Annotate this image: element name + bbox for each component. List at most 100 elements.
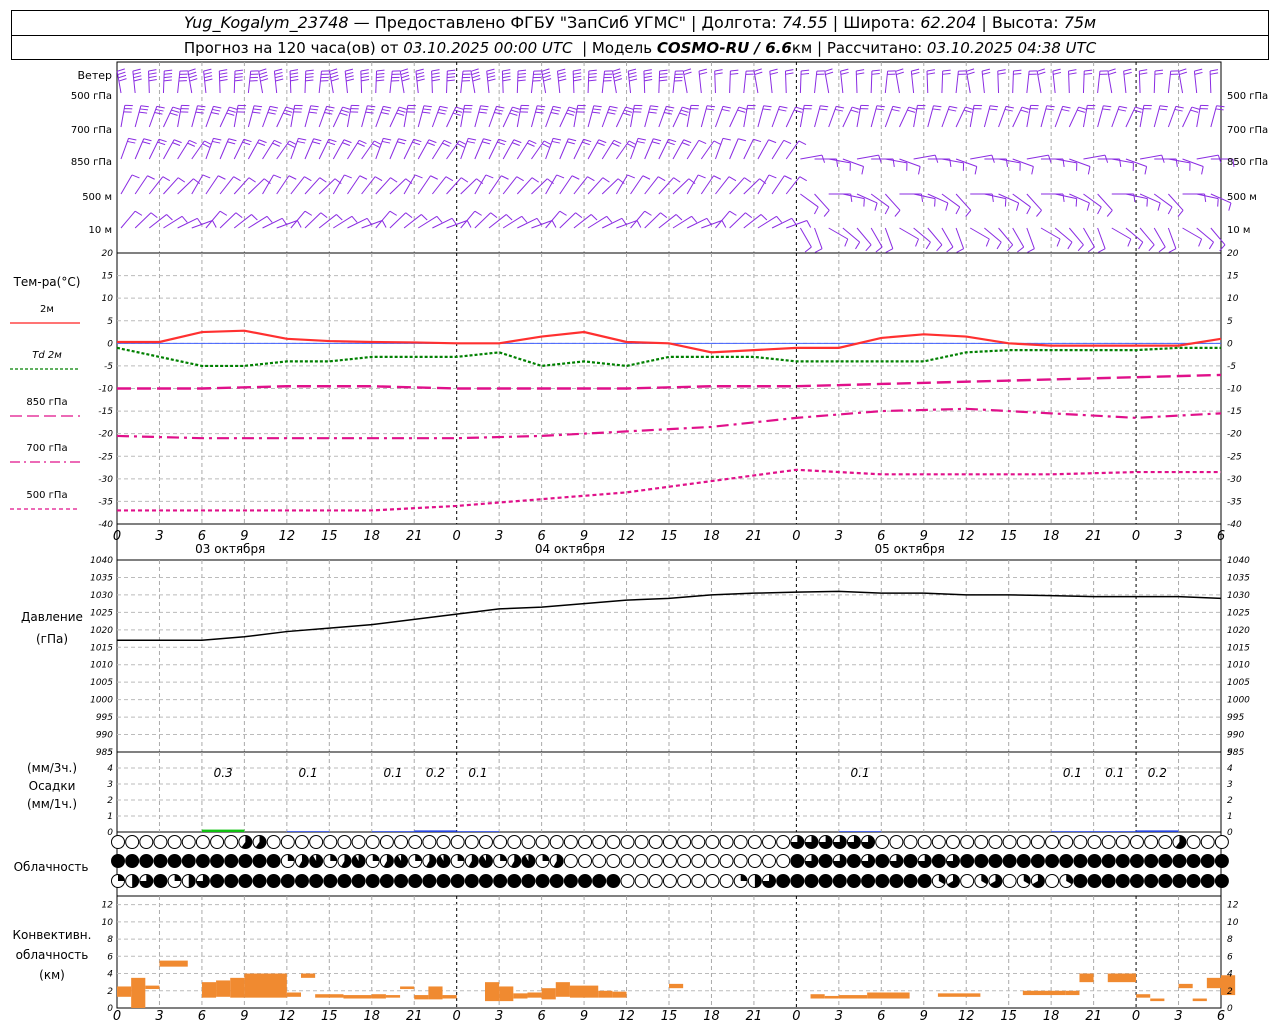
cloud-mid-icon-fill: [394, 854, 408, 868]
wind-barb-700hpa: [375, 106, 384, 128]
wind-barb-500hpa-flag: [447, 72, 456, 75]
wind-barb-500hpa-flag: [203, 68, 212, 72]
cloud-high-icon: [294, 835, 309, 849]
wind-barb-700hpa-flag: [1045, 108, 1054, 111]
cloud-mid-icon-fill: [847, 854, 861, 868]
hour-label: 18: [363, 529, 380, 544]
temp-tick-right: -25: [1227, 452, 1242, 462]
temp-tick-left: -35: [98, 497, 113, 507]
wind-barb-850hpa-flag: [653, 138, 662, 142]
cloud-mid-icon-fill: [253, 854, 267, 868]
precip-label: 0.1: [383, 766, 402, 780]
wind-barb-500m-flag: [1086, 202, 1090, 211]
cloud-low-icon-fill: [238, 874, 252, 888]
wind-barb-700hpa-flag: [625, 106, 634, 110]
wind-barb-500m-flag: [850, 193, 853, 202]
wind-barb-500m-flag: [713, 175, 722, 180]
wind-barb-700hpa-flag: [285, 106, 294, 110]
wind-barb-500m: [729, 177, 745, 195]
wind-barb-700hpa-flag: [932, 108, 941, 111]
wind-barb-700hpa: [842, 106, 853, 128]
cloud-high-icon: [648, 835, 663, 849]
cloud-high-icon: [578, 835, 593, 849]
wind-barb-700hpa: [785, 106, 796, 128]
wind-barb-850hpa-flag: [128, 137, 137, 141]
cloud-low-icon-fill: [606, 874, 620, 888]
wind-barb-500m: [531, 178, 548, 195]
wind-barb-500m: [814, 193, 830, 211]
wind-barb-10m-flag: [551, 220, 557, 228]
wind-barb-500m: [644, 176, 659, 195]
wind-barb-10m: [417, 215, 438, 229]
wind-barb-850hpa-flag: [258, 139, 267, 144]
conv-bar: [159, 960, 188, 967]
precip-label: 0.1: [851, 766, 870, 780]
cloud-high-icon: [1129, 835, 1144, 849]
wind-barb-850hpa: [1139, 154, 1162, 160]
wind-barb-700hpa: [1125, 106, 1136, 128]
wind-barb-500hpa-flag: [148, 79, 157, 82]
wind-barb-500hpa-flag: [643, 69, 652, 72]
wind-barb-500m: [715, 176, 730, 195]
cloud-low-icon-fill: [174, 874, 182, 881]
cloud-low-icon-fill: [804, 874, 818, 888]
conv-bar: [1192, 998, 1207, 1002]
wind-barb-700hpa-flag: [778, 108, 787, 112]
wind-barb-500m: [318, 178, 336, 195]
wind-barb-500hpa-flag: [981, 68, 990, 72]
cloud-high-icon: [535, 835, 550, 849]
wind-barb-500m-flag: [728, 176, 737, 182]
wind-barb-700hpa-flag: [172, 106, 181, 110]
wind-barb-850hpa-flag: [798, 140, 807, 146]
wind-barb-850hpa-flag: [861, 166, 865, 175]
wind-barb-10m-flag: [1208, 241, 1214, 250]
wind-barb-700hpa-flag: [212, 108, 221, 112]
wind-barb-500hpa: [814, 71, 818, 94]
wind-barb-700hpa-flag: [267, 112, 276, 115]
wind-barb-700hpa-flag: [339, 112, 348, 116]
cloud-low-icon-fill: [861, 874, 875, 888]
temp-tick-left: -20: [98, 430, 113, 440]
wind-barb-700hpa-flag: [478, 111, 487, 114]
wind-barb-10m-flag: [590, 214, 598, 221]
wind-barb-700hpa-flag: [536, 108, 545, 111]
cloud-low-icon-fill: [451, 874, 465, 888]
wind-barb-700hpa-flag: [139, 111, 148, 114]
wind-barb-850hpa-flag: [287, 143, 295, 148]
wind-barb-500m-flag: [1062, 193, 1065, 202]
conv-tick-right: 10: [1227, 918, 1239, 928]
wind-barb-850hpa: [757, 139, 770, 160]
precip-bar: [286, 831, 330, 832]
cloud-mid-icon-fill: [267, 854, 281, 868]
wind-barb-500hpa-flag: [345, 71, 354, 75]
wind-barb-500hpa-flag: [730, 69, 739, 72]
wind-barb-500hpa-flag: [558, 78, 567, 82]
wind-barb-850hpa: [559, 138, 569, 160]
wind-barb-500hpa-flag: [446, 79, 455, 82]
wind-barb-850hpa-flag: [158, 138, 167, 143]
cloud-mid-icon-fill: [210, 854, 224, 868]
wind-barb-700hpa: [601, 106, 611, 128]
wind-barb-700hpa-flag: [907, 109, 916, 113]
cloud-mid-icon-fill: [1116, 854, 1130, 868]
wind-barb-10m-flag: [536, 218, 542, 226]
wind-barb-500hpa-flag: [966, 68, 975, 72]
wind-barb-500m-flag: [1026, 206, 1031, 215]
wind-barb-850hpa-flag: [541, 143, 550, 148]
wind-barb-850hpa-flag: [372, 143, 380, 148]
wind-barb-500m-flag: [955, 206, 961, 215]
wind-barb-500hpa-flag: [204, 75, 213, 79]
wind-barb-850hpa-flag: [598, 139, 607, 144]
cloud-low-icon-fill: [1215, 874, 1229, 888]
wind-barb-850hpa-flag: [651, 141, 660, 145]
cloud-mid-icon-fill: [542, 854, 550, 861]
precip-tick-left: 0: [107, 828, 113, 838]
wind-barb-500hpa-flag: [1209, 69, 1219, 72]
conv-bar: [485, 982, 500, 1002]
precip-tick-right: 3: [1227, 780, 1233, 790]
wind-barb-700hpa-flag: [1046, 105, 1055, 108]
wind-barb-700hpa-flag: [1215, 108, 1224, 111]
wind-barb-10m: [134, 212, 152, 229]
hour-label-bottom: 0: [453, 1009, 461, 1024]
wind-barb-500m: [1153, 193, 1173, 208]
